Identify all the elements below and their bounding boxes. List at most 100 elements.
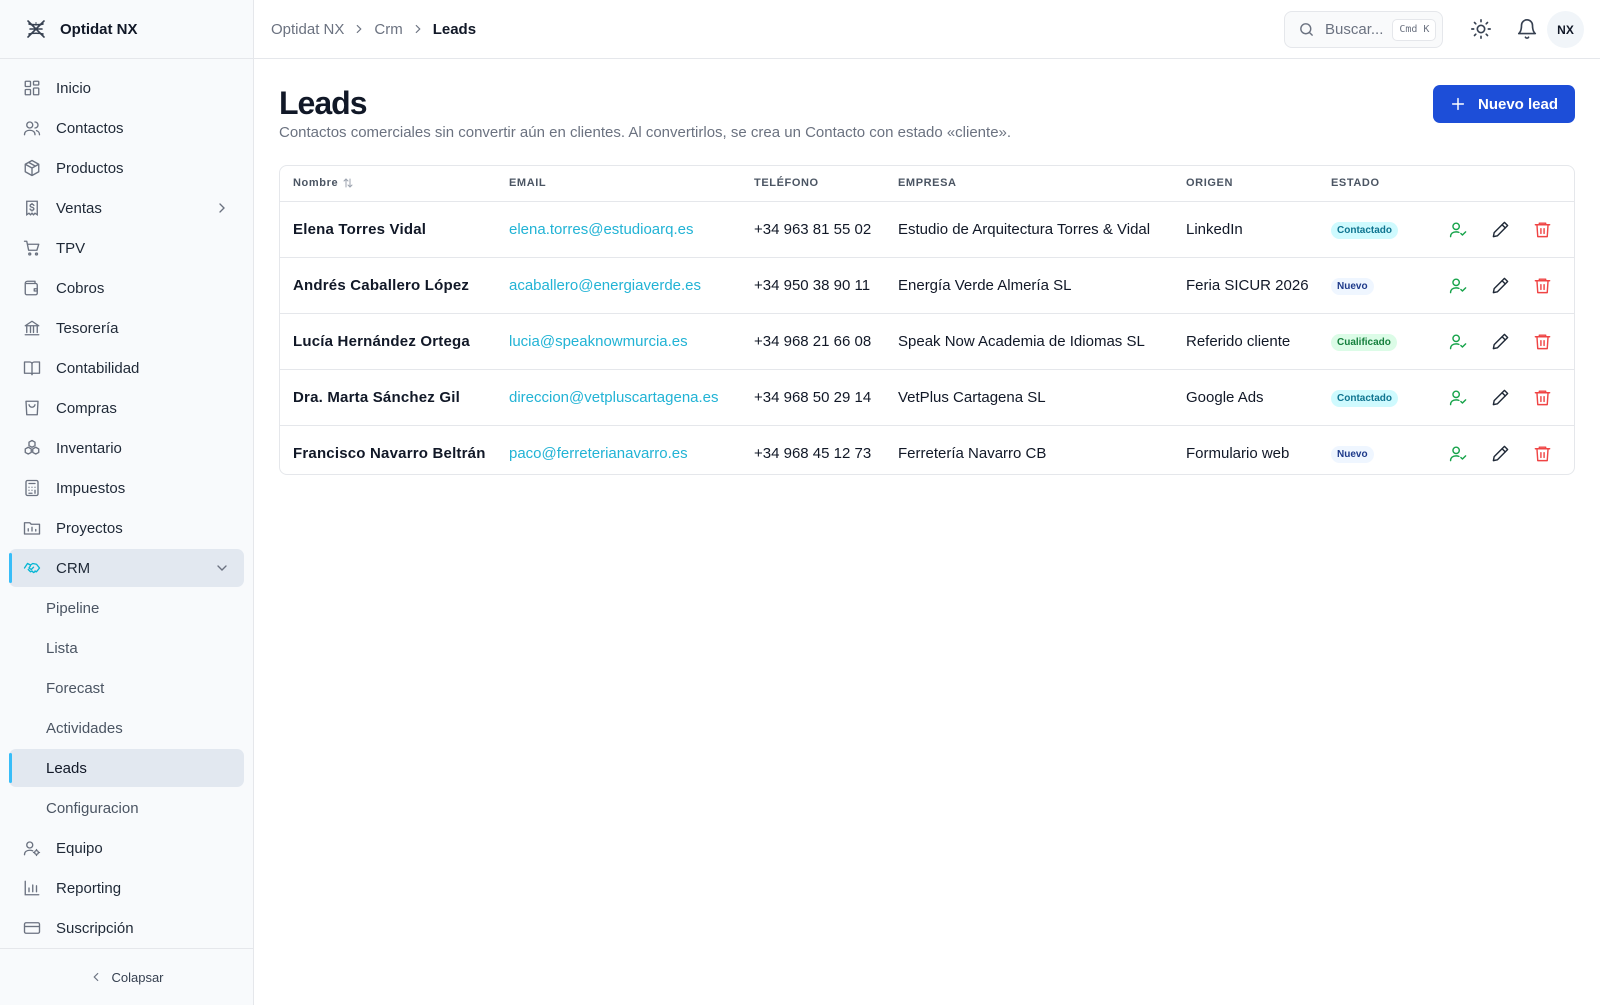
column-header-phone: TELÉFONO [741, 166, 885, 202]
breadcrumb-item[interactable]: Crm [374, 21, 402, 38]
new-lead-label: Nuevo lead [1477, 95, 1559, 113]
edit-icon[interactable] [1491, 444, 1510, 463]
status-badge: Contactado [1331, 221, 1398, 239]
sidebar-item-cobros[interactable]: Cobros [9, 269, 244, 307]
status-badge: Contactado [1331, 389, 1398, 407]
column-header-name[interactable]: Nombre [280, 166, 496, 202]
collapse-sidebar-button[interactable]: Colapsar [0, 948, 253, 1005]
sidebar-item-reporting[interactable]: Reporting [9, 869, 244, 907]
lead-status-cell: Nuevo [1318, 257, 1432, 314]
sidebar-subitem-forecast[interactable]: Forecast [9, 669, 244, 707]
breadcrumb-item[interactable]: Optidat NX [271, 21, 344, 38]
sidebar-subitem-lista[interactable]: Lista [9, 629, 244, 667]
handshake-icon [23, 562, 41, 574]
sidebar-subitem-pipeline[interactable]: Pipeline [9, 589, 244, 627]
convert-lead-icon[interactable] [1449, 444, 1468, 463]
dashboard-icon [24, 80, 40, 96]
delete-icon[interactable] [1533, 332, 1552, 351]
topbar: Optidat NX Crm Leads Buscar... Cmd K NX [254, 0, 1600, 59]
sidebar-item-label: Compras [56, 399, 117, 417]
sort-icon[interactable] [342, 177, 354, 189]
lead-email-link[interactable]: acaballero@energiaverde.es [496, 257, 741, 314]
delete-icon[interactable] [1533, 276, 1552, 295]
theme-toggle-sun-icon[interactable] [1470, 18, 1492, 40]
column-header-origin: ORIGEN [1173, 166, 1318, 202]
table-row[interactable]: Dra. Marta Sánchez Gil direccion@vetplus… [280, 369, 1574, 426]
lead-origin: Referido cliente [1173, 313, 1318, 370]
search-input[interactable]: Buscar... Cmd K [1284, 11, 1443, 48]
delete-icon[interactable] [1533, 444, 1552, 463]
sidebar-item-label: Productos [56, 159, 124, 177]
avatar[interactable]: NX [1547, 11, 1584, 48]
table-row[interactable]: Andrés Caballero López acaballero@energi… [280, 257, 1574, 314]
status-badge: Cualificado [1331, 333, 1397, 351]
table-row[interactable]: Elena Torres Vidal elena.torres@estudioa… [280, 201, 1574, 258]
convert-lead-icon[interactable] [1449, 332, 1468, 351]
sidebar-item-inventario[interactable]: Inventario [9, 429, 244, 467]
sidebar-item-suscripcion[interactable]: Suscripción [9, 909, 244, 947]
sidebar-item-productos[interactable]: Productos [9, 149, 244, 187]
brand[interactable]: Optidat NX [0, 0, 253, 59]
lead-phone: +34 968 50 29 14 [741, 369, 885, 426]
edit-icon[interactable] [1491, 388, 1510, 407]
main-content: Leads Contactos comerciales sin converti… [254, 59, 1600, 1005]
sidebar-item-label: Inicio [56, 79, 92, 97]
convert-lead-icon[interactable] [1449, 276, 1468, 295]
sidebar-item-contactos[interactable]: Contactos [9, 109, 244, 147]
column-header-label: Nombre [293, 177, 339, 190]
sidebar-item-compras[interactable]: Compras [9, 389, 244, 427]
sidebar-subitem-label: Configuracion [46, 799, 139, 817]
lead-company: Ferretería Navarro CB [898, 444, 1047, 462]
sidebar-item-tpv[interactable]: TPV [9, 229, 244, 267]
plus-icon [1451, 97, 1465, 111]
edit-icon[interactable] [1491, 220, 1510, 239]
sidebar-subitem-label: Actividades [46, 719, 123, 737]
lead-origin: Formulario web [1186, 444, 1290, 462]
lead-status-cell: Contactado [1318, 201, 1432, 258]
edit-icon[interactable] [1491, 332, 1510, 351]
table-row[interactable]: Francisco Navarro Beltrán paco@ferreteri… [280, 425, 1574, 474]
table-row[interactable]: Lucía Hernández Ortega lucia@speaknowmur… [280, 313, 1574, 370]
sidebar-item-crm[interactable]: CRM [9, 549, 244, 587]
lead-company: Speak Now Academia de Idiomas SL [885, 313, 1173, 370]
sidebar-item-tesoreria[interactable]: Tesorería [9, 309, 244, 347]
package-icon [24, 159, 40, 177]
lead-origin: LinkedIn [1173, 201, 1318, 258]
edit-icon[interactable] [1491, 276, 1510, 295]
sidebar-subitem-actividades[interactable]: Actividades [9, 709, 244, 747]
delete-icon[interactable] [1533, 388, 1552, 407]
boxes-icon [24, 439, 40, 455]
sidebar-subitem-configuracion[interactable]: Configuracion [9, 789, 244, 827]
collapse-label: Colapsar [111, 969, 164, 985]
lead-email-link[interactable]: lucia@speaknowmurcia.es [496, 313, 741, 370]
sidebar-item-impuestos[interactable]: Impuestos [9, 469, 244, 507]
breadcrumb: Optidat NX Crm Leads [254, 21, 476, 38]
lead-email-link[interactable]: direccion@vetpluscartagena.es [496, 369, 741, 426]
new-lead-button[interactable]: Nuevo lead [1433, 85, 1575, 123]
sidebar-item-equipo[interactable]: Equipo [9, 829, 244, 867]
sidebar-subitem-leads[interactable]: Leads [9, 749, 244, 787]
lead-phone: +34 963 81 55 02 [741, 201, 885, 258]
sidebar-item-contabilidad[interactable]: Contabilidad [9, 349, 244, 387]
convert-lead-icon[interactable] [1449, 220, 1468, 239]
convert-lead-icon[interactable] [1449, 388, 1468, 407]
page-subtitle: Contactos comerciales sin convertir aún … [279, 124, 1012, 141]
cart-icon [23, 240, 40, 256]
credit-card-icon [23, 922, 41, 934]
lead-email-link[interactable]: paco@ferreterianavarro.es [496, 425, 741, 474]
table-header-row: Nombre EMAIL TELÉFONO EMPRESA ORIGEN EST… [280, 166, 1574, 202]
sidebar-item-ventas[interactable]: Ventas [9, 189, 244, 227]
sidebar-item-inicio[interactable]: Inicio [9, 69, 244, 107]
lead-name: Andrés Caballero López [280, 257, 496, 314]
logo-icon [27, 20, 45, 38]
lead-name: Dra. Marta Sánchez Gil [280, 369, 496, 426]
sidebar-item-label: CRM [56, 559, 91, 577]
table-body: Elena Torres Vidal elena.torres@estudioa… [280, 201, 1574, 474]
bell-icon[interactable] [1516, 18, 1538, 40]
main-nav: Inicio Contactos Productos Ventas TPV Co… [0, 59, 253, 947]
leads-table: Nombre EMAIL TELÉFONO EMPRESA ORIGEN EST… [279, 165, 1575, 475]
lead-email-link[interactable]: elena.torres@estudioarq.es [496, 201, 741, 258]
sidebar-item-proyectos[interactable]: Proyectos [9, 509, 244, 547]
delete-icon[interactable] [1533, 220, 1552, 239]
sidebar-subitem-label: Pipeline [46, 599, 100, 617]
